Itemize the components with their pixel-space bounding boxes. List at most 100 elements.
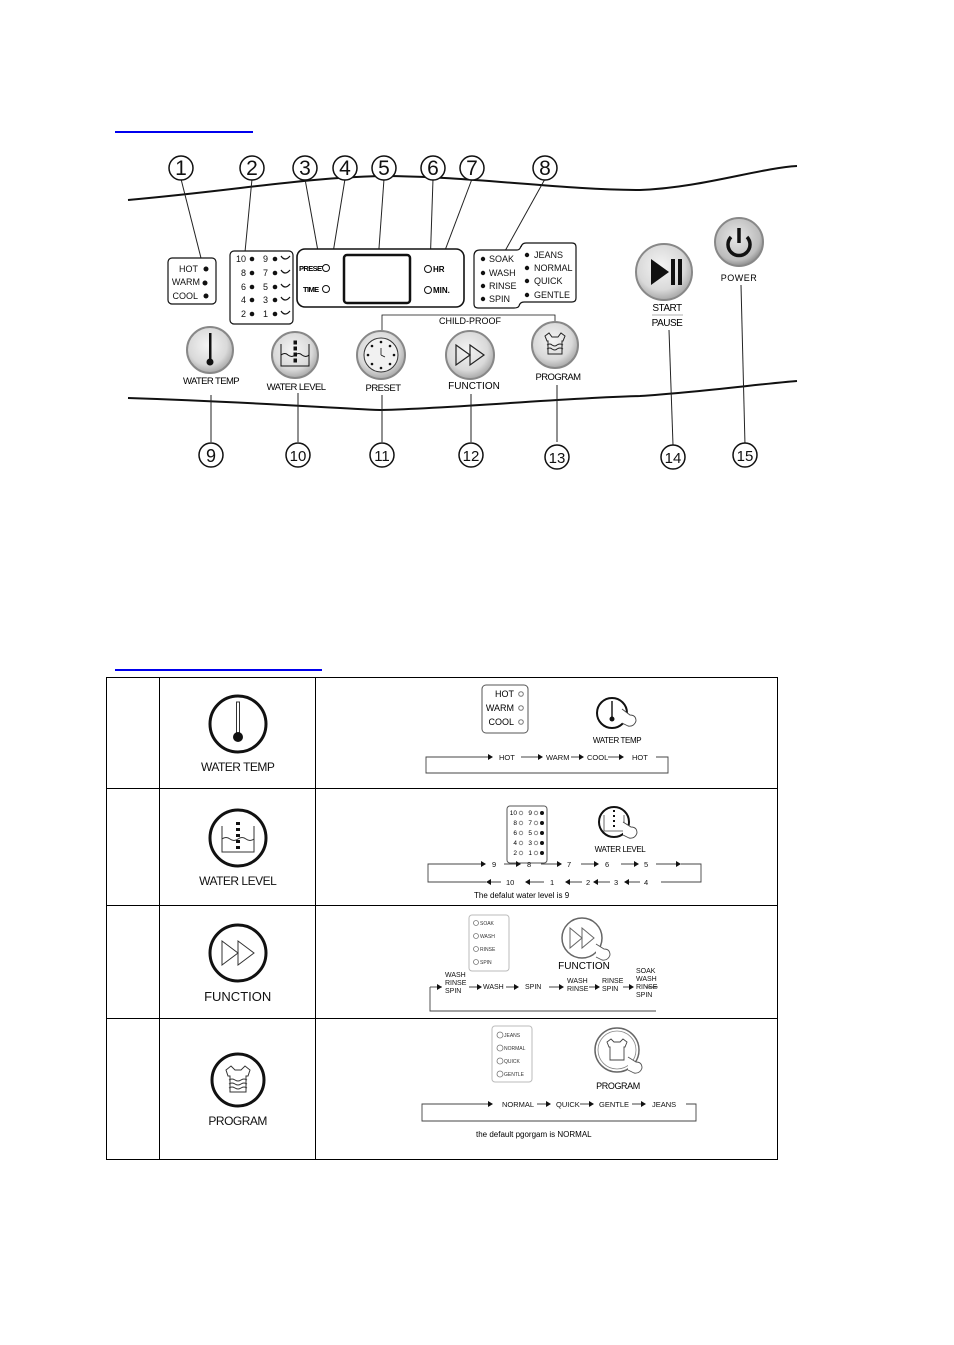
svg-text:PAUSE[interactable]: PAUSE xyxy=(652,318,684,329)
row-number xyxy=(105,788,161,906)
svg-text:PRESET[interactable]: PRESET xyxy=(365,383,401,394)
min-indicator-label: MIN. xyxy=(433,286,450,295)
water-temp-label: WATER TEMP xyxy=(200,760,275,774)
hr-indicator-label: HR xyxy=(433,265,445,274)
water-temp-button[interactable]: WATER TEMP xyxy=(183,326,240,387)
svg-text:SPIN: SPIN xyxy=(489,294,510,304)
program-button[interactable]: PROGRAM xyxy=(531,321,582,383)
svg-text:HOT: HOT xyxy=(495,689,515,699)
svg-text:7: 7 xyxy=(466,157,478,180)
svg-text:NORMAL: NORMAL xyxy=(502,1100,534,1109)
svg-text:RINSE: RINSE xyxy=(445,980,467,987)
water-level-label: WATER LEVEL xyxy=(199,874,277,888)
lcd-display xyxy=(342,253,412,305)
svg-text:2: 2 xyxy=(246,157,258,180)
row-number xyxy=(105,905,161,1019)
water-temp-icon-cell: WATER TEMP xyxy=(160,692,315,774)
svg-text:WATER TEMP[interactable]: WATER TEMP xyxy=(183,376,240,387)
water-temp-press-illustration: WATER TEMP xyxy=(593,697,642,745)
svg-text:WATER TEMP: WATER TEMP xyxy=(593,736,641,745)
svg-text:10: 10 xyxy=(236,254,246,264)
svg-text:2: 2 xyxy=(514,850,518,857)
row-number xyxy=(105,677,161,789)
preset-button[interactable]: PRESET xyxy=(356,330,406,394)
svg-text:JEANS: JEANS xyxy=(652,1100,676,1109)
svg-text:WASH: WASH xyxy=(489,268,516,278)
svg-text:JEANS: JEANS xyxy=(504,1033,521,1039)
temp-sequence: HOT WARM COOL HOT xyxy=(488,753,649,762)
svg-text:10: 10 xyxy=(510,810,518,817)
svg-text:9: 9 xyxy=(492,860,496,869)
callout-12: 12 xyxy=(458,442,484,468)
function-button[interactable]: FUNCTION xyxy=(445,330,500,392)
svg-text:10: 10 xyxy=(506,878,514,887)
functions-heading-link[interactable] xyxy=(115,669,322,671)
svg-text:9: 9 xyxy=(206,446,216,466)
program-sequence: NORMAL QUICK GENTLE JEANS xyxy=(488,1100,676,1109)
start-pause-button[interactable]: START PAUSE xyxy=(635,243,693,329)
svg-text:SPIN: SPIN xyxy=(525,984,541,991)
function-label: FUNCTION xyxy=(204,988,272,1004)
svg-text:SPIN: SPIN xyxy=(480,960,492,966)
svg-text:HOT: HOT xyxy=(499,753,515,762)
svg-text:10: 10 xyxy=(290,448,307,465)
callout-11: 11 xyxy=(369,442,395,468)
svg-text:13: 13 xyxy=(549,450,566,467)
program-label: PROGRAM xyxy=(208,1114,267,1128)
function-press-illustration: FUNCTION xyxy=(558,917,611,972)
callout-numbers-bottom: 9 10 11 12 13 14 15 xyxy=(198,442,758,470)
svg-text:SPIN: SPIN xyxy=(602,986,618,993)
default-level-note: The defalut water level is 9 xyxy=(474,891,570,900)
power-button[interactable]: POWER xyxy=(714,217,764,283)
row-number xyxy=(105,1018,161,1160)
svg-text:PROGRAM[interactable]: PROGRAM xyxy=(536,372,582,383)
table-row-water-temp: WATER TEMP HOT WARM COOL WATER TEMP HOT … xyxy=(105,677,778,789)
svg-text:WARM: WARM xyxy=(486,703,514,713)
svg-text:QUICK: QUICK xyxy=(534,276,563,286)
finger-icon xyxy=(596,943,611,961)
callout-1: 1 xyxy=(168,155,194,181)
svg-text:START[interactable]: START xyxy=(652,303,682,314)
svg-text:POWER[interactable]: POWER xyxy=(721,273,758,283)
table-row-function: FUNCTION SOAK WASH RINSE SPIN FUNCTION W… xyxy=(105,905,778,1019)
callout-6: 6 xyxy=(420,155,446,181)
svg-text:1: 1 xyxy=(175,157,187,180)
callout-14: 14 xyxy=(660,444,686,470)
child-proof-label: CHILD-PROOF xyxy=(439,316,502,326)
callout-2: 2 xyxy=(239,155,265,181)
svg-text:QUICK: QUICK xyxy=(556,1100,580,1109)
water-level-button[interactable]: WATER LEVEL xyxy=(267,331,327,393)
svg-text:RINSE: RINSE xyxy=(489,281,517,291)
control-panel-diagram: 1 2 3 4 5 6 7 8 9 10 11 12 13 14 15 HOT … xyxy=(127,155,798,470)
svg-text:RINSE: RINSE xyxy=(602,978,624,985)
level-cycle-loop xyxy=(427,863,702,883)
svg-text:SOAK: SOAK xyxy=(636,968,656,975)
callout-3: 3 xyxy=(292,155,318,181)
svg-text:3: 3 xyxy=(614,878,618,887)
svg-text:6: 6 xyxy=(427,157,439,180)
svg-text:4: 4 xyxy=(514,840,518,847)
svg-text:FUNCTION[interactable]: FUNCTION xyxy=(448,381,500,392)
svg-text:WARM: WARM xyxy=(546,753,569,762)
svg-text:8: 8 xyxy=(514,820,518,827)
finger-icon xyxy=(628,1056,643,1074)
svg-text:GENTLE: GENTLE xyxy=(599,1100,629,1109)
svg-text:RINSE: RINSE xyxy=(480,947,496,953)
svg-text:6: 6 xyxy=(514,830,518,837)
svg-text:8: 8 xyxy=(527,860,531,869)
fast-forward-icon xyxy=(208,923,268,982)
shirt-wash-icon xyxy=(210,1052,266,1108)
svg-text:FUNCTION: FUNCTION xyxy=(558,961,610,972)
svg-text:SPIN: SPIN xyxy=(445,988,461,995)
svg-text:WASH: WASH xyxy=(480,934,495,940)
svg-text:WATER LEVEL[interactable]: WATER LEVEL xyxy=(267,382,327,393)
temp-indicator-mini: HOT WARM COOL xyxy=(481,684,529,734)
svg-text:7: 7 xyxy=(263,268,268,278)
water-level-icon xyxy=(208,808,268,868)
callout-15: 15 xyxy=(732,442,758,468)
svg-text:GENTLE: GENTLE xyxy=(534,290,570,300)
temp-indicator-panel: HOT WARM COOL xyxy=(167,257,217,305)
display-panel: PRESET TIME HR MIN. xyxy=(296,248,465,308)
svg-text:1: 1 xyxy=(263,309,268,319)
svg-text:6: 6 xyxy=(605,860,609,869)
